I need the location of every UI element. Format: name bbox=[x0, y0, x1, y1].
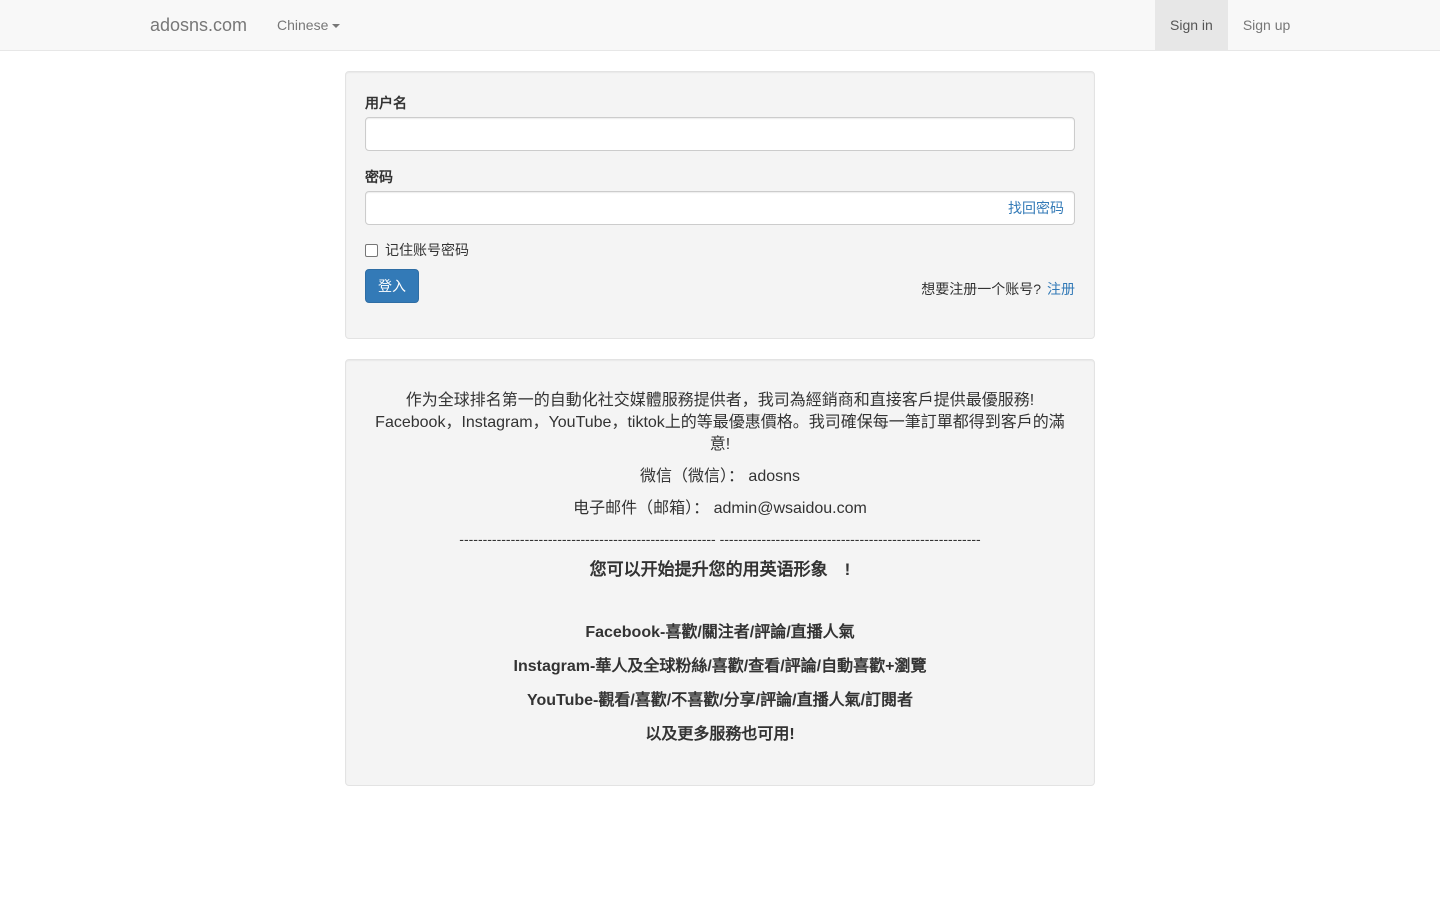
headline: 您可以开始提升您的用英语形象 ! bbox=[589, 560, 851, 579]
info-panel: 作为全球排名第一的自動化社交媒體服務提供者，我司為經銷商和直接客戶提供最優服務!… bbox=[345, 359, 1095, 786]
login-button[interactable]: 登入 bbox=[365, 269, 419, 303]
language-dropdown[interactable]: Chinese bbox=[277, 0, 341, 50]
intro-line-3: 意! bbox=[709, 436, 731, 453]
remember-row: 记住账号密码 bbox=[365, 240, 469, 260]
language-label: Chinese bbox=[277, 17, 329, 33]
email-contact: 电子邮件（邮箱）： admin@wsaidou.com bbox=[573, 500, 867, 517]
remember-label: 记住账号密码 bbox=[385, 242, 469, 258]
password-input[interactable] bbox=[366, 192, 986, 224]
intro-line-1: 作为全球排名第一的自動化社交媒體服務提供者，我司為經銷商和直接客戶提供最優服務! bbox=[405, 392, 1035, 409]
divider-line: ----------------------------------------… bbox=[459, 531, 981, 547]
signup-prompt: 想要注册一个账号? bbox=[921, 281, 1041, 297]
password-label: 密码 bbox=[365, 169, 393, 185]
sign-up-link[interactable]: Sign up bbox=[1228, 0, 1305, 50]
intro-line-2: Facebook，Instagram，YouTube，tiktok上的等最優惠價… bbox=[375, 414, 1065, 431]
remember-checkbox[interactable] bbox=[365, 243, 378, 257]
nav-right: Sign in Sign up bbox=[1155, 0, 1305, 50]
username-label: 用户名 bbox=[365, 95, 407, 111]
more-services: 以及更多服務也可用! bbox=[645, 726, 795, 743]
forgot-password-link[interactable]: 找回密码 bbox=[1008, 192, 1064, 224]
signup-row: 想要注册一个账号? 注册 bbox=[921, 279, 1075, 299]
caret-down-icon bbox=[332, 24, 341, 29]
sign-in-link[interactable]: Sign in bbox=[1155, 0, 1228, 50]
username-input[interactable] bbox=[366, 118, 1074, 150]
youtube-services: YouTube-觀看/喜歡/不喜歡/分享/評論/直播人氣/訂閱者 bbox=[526, 692, 914, 709]
top-navbar: adosns.com Chinese Sign in Sign up bbox=[0, 0, 1440, 51]
brand-link[interactable]: adosns.com bbox=[150, 0, 247, 50]
login-panel: 用户名 密码 找回密码 记住账号密码 登入 想要注册一个账号? 注册 bbox=[345, 71, 1095, 339]
password-field-wrapper: 找回密码 bbox=[365, 191, 1075, 225]
signup-link[interactable]: 注册 bbox=[1047, 281, 1075, 297]
wechat-contact: 微信（微信）： adosns bbox=[639, 468, 801, 485]
facebook-services: Facebook-喜歡/關注者/評論/直播人氣 bbox=[585, 624, 855, 641]
instagram-services: Instagram-華人及全球粉絲/喜歡/查看/評論/自動喜歡+瀏覽 bbox=[513, 658, 927, 675]
username-field-wrapper bbox=[365, 117, 1075, 151]
